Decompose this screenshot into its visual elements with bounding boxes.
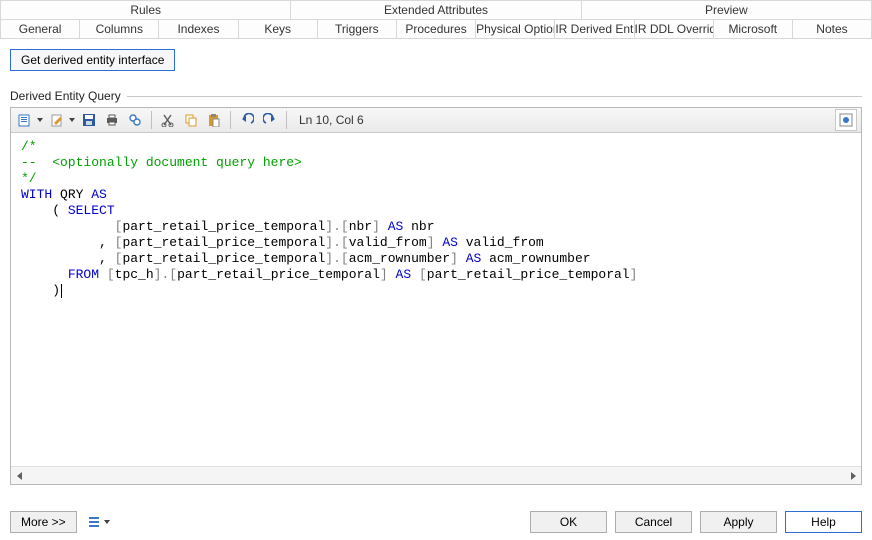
apply-button[interactable]: Apply bbox=[700, 511, 777, 533]
tab-ir-derived[interactable]: IR Derived Entity bbox=[555, 19, 634, 38]
redo-icon[interactable] bbox=[260, 110, 280, 130]
edit-script-icon-dropdown[interactable] bbox=[36, 113, 44, 127]
tab-notes[interactable]: Notes bbox=[793, 19, 872, 38]
toolbar-separator bbox=[151, 111, 152, 129]
tab-ir-ddl[interactable]: IR DDL Override bbox=[635, 19, 714, 38]
tab-strip: RulesExtended AttributesPreview GeneralC… bbox=[0, 0, 872, 39]
tab-microsoft[interactable]: Microsoft bbox=[714, 19, 793, 38]
section-title: Derived Entity Query bbox=[10, 89, 121, 103]
edit-script-icon[interactable] bbox=[15, 110, 35, 130]
save-icon[interactable] bbox=[79, 110, 99, 130]
horizontal-scrollbar[interactable] bbox=[11, 466, 861, 484]
tab-indexes[interactable]: Indexes bbox=[159, 19, 238, 38]
print-icon[interactable] bbox=[102, 110, 122, 130]
paste-icon[interactable] bbox=[204, 110, 224, 130]
tab-rules[interactable]: Rules bbox=[0, 0, 291, 19]
code-area[interactable]: /* -- <optionally document query here> *… bbox=[11, 133, 861, 466]
get-derived-entity-button[interactable]: Get derived entity interface bbox=[10, 49, 175, 71]
cancel-button[interactable]: Cancel bbox=[615, 511, 692, 533]
tab-keys[interactable]: Keys bbox=[239, 19, 318, 38]
toolbar-separator bbox=[286, 111, 287, 129]
tab-physical[interactable]: Physical Options bbox=[476, 19, 555, 38]
tab-triggers[interactable]: Triggers bbox=[318, 19, 397, 38]
tab-procedures[interactable]: Procedures bbox=[397, 19, 476, 38]
more-button[interactable]: More >> bbox=[10, 511, 77, 533]
toolbar-separator bbox=[230, 111, 231, 129]
edit-icon[interactable] bbox=[47, 110, 67, 130]
query-editor: Ln 10, Col 6 /* -- <optionally document … bbox=[10, 107, 862, 485]
undo-icon[interactable] bbox=[237, 110, 257, 130]
execute-sql-button[interactable] bbox=[835, 109, 857, 131]
section-header: Derived Entity Query bbox=[10, 89, 862, 103]
copy-icon[interactable] bbox=[181, 110, 201, 130]
bottom-menu-button[interactable] bbox=[87, 514, 111, 530]
help-button[interactable]: Help bbox=[785, 511, 862, 533]
tab-preview[interactable]: Preview bbox=[582, 0, 872, 19]
editor-toolbar: Ln 10, Col 6 bbox=[11, 108, 861, 133]
scroll-right-icon[interactable] bbox=[844, 467, 861, 484]
tab-ext[interactable]: Extended Attributes bbox=[291, 0, 581, 19]
dialog-button-bar: More >> OK Cancel Apply Help bbox=[0, 504, 872, 540]
tab-general[interactable]: General bbox=[0, 19, 80, 38]
ok-button[interactable]: OK bbox=[530, 511, 607, 533]
scroll-left-icon[interactable] bbox=[11, 467, 28, 484]
cursor-position: Ln 10, Col 6 bbox=[299, 113, 364, 127]
edit-icon-dropdown[interactable] bbox=[68, 113, 76, 127]
tab-columns[interactable]: Columns bbox=[80, 19, 159, 38]
find-icon[interactable] bbox=[125, 110, 145, 130]
cut-icon[interactable] bbox=[158, 110, 178, 130]
